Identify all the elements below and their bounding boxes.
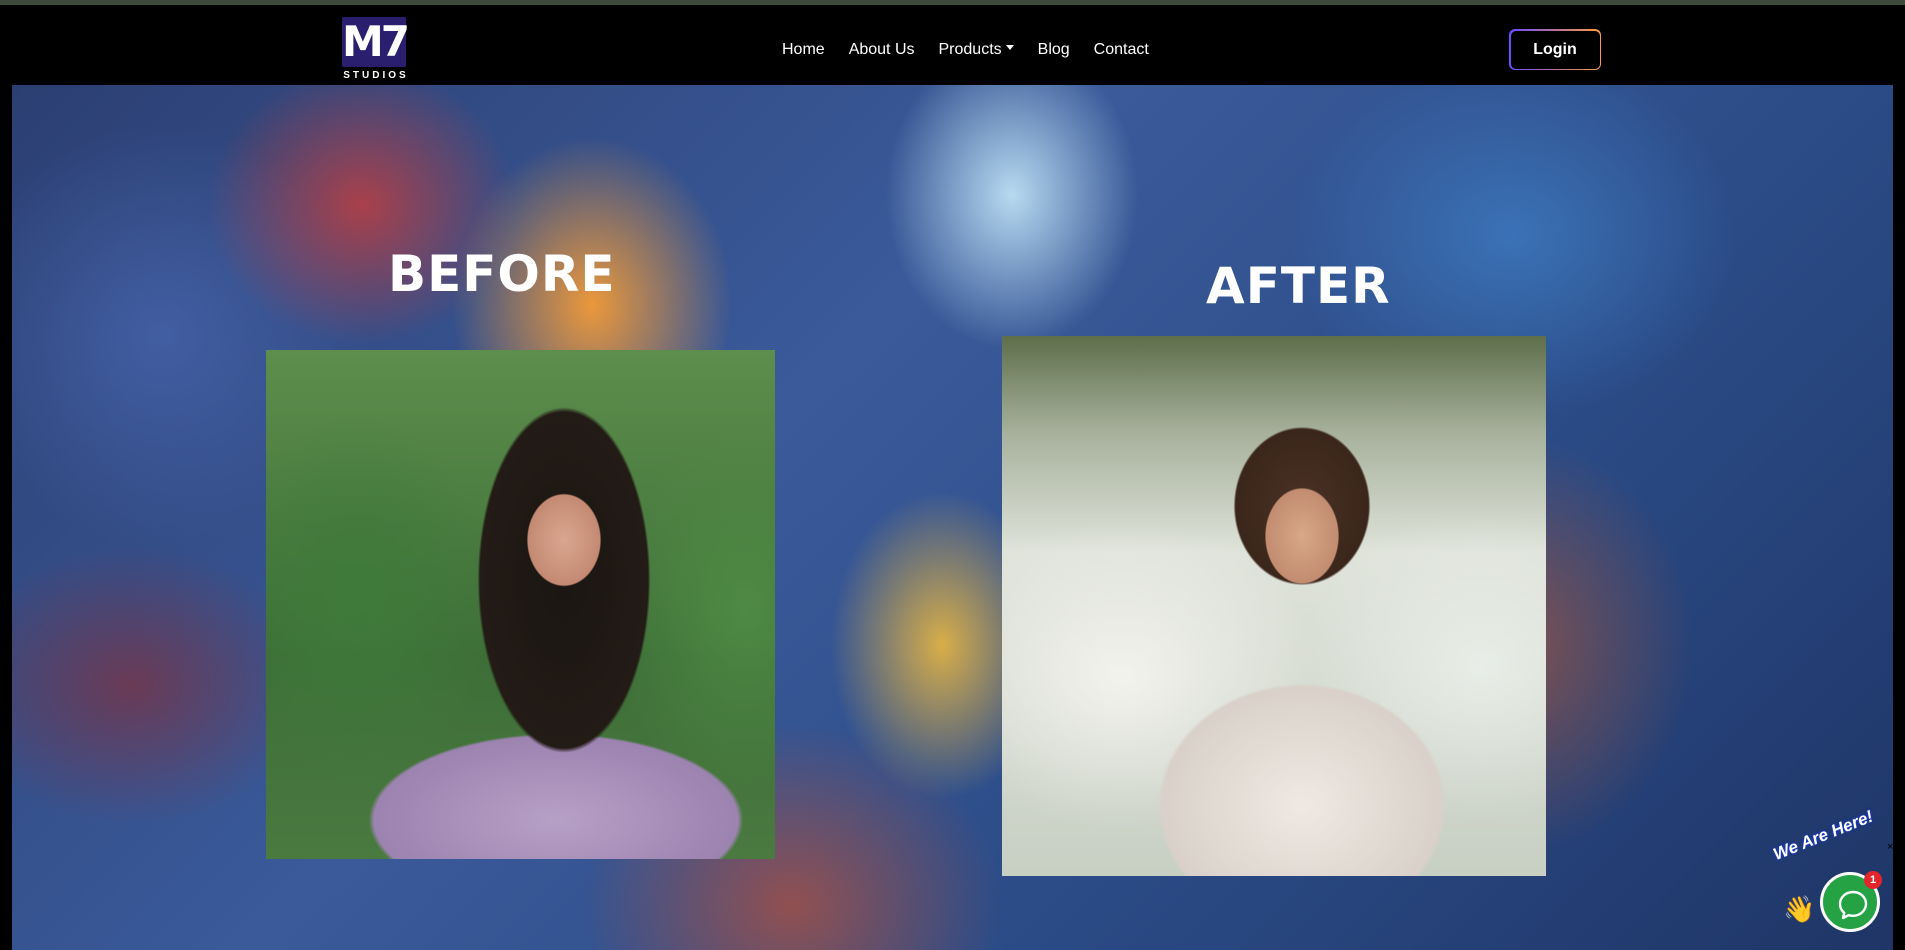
nav-item-about-us[interactable]: About Us (837, 35, 927, 65)
before-heading: BEFORE (388, 245, 616, 303)
nav-item-label: Products (938, 41, 1002, 58)
wave-hand-icon: 👋 (1783, 894, 1816, 924)
nav-item-contact[interactable]: Contact (1082, 35, 1161, 65)
nav-item-label: Blog (1037, 41, 1070, 58)
after-heading: AFTER (1206, 257, 1391, 315)
nav-item-label: Contact (1093, 41, 1149, 58)
close-icon[interactable]: × (1887, 842, 1897, 853)
nav-item-products[interactable]: Products (927, 35, 1026, 65)
chat-bubble-icon (1838, 890, 1868, 920)
logo-subtitle: STUDIOS (343, 70, 409, 81)
nav-item-blog[interactable]: Blog (1026, 35, 1082, 65)
caret-down-icon (1005, 45, 1014, 51)
logo-mark: M7 (342, 17, 410, 67)
navbar: M7 STUDIOS Home About Us Products Blog C… (0, 5, 1905, 85)
nav-item-label: About Us (848, 41, 915, 58)
nav-item-label: Home (782, 41, 825, 58)
nav-links: Home About Us Products Blog Contact (770, 35, 1161, 65)
after-photo (1002, 336, 1546, 876)
before-photo (266, 350, 775, 859)
login-button[interactable]: Login (1509, 29, 1601, 70)
login-button-label: Login (1510, 30, 1600, 69)
chat-widget: We Are Here! × 👋 1 (1771, 807, 1898, 950)
hero-section: BEFORE AFTER (12, 85, 1893, 950)
chat-notification-badge: 1 (1864, 871, 1882, 889)
nav-item-home[interactable]: Home (770, 35, 837, 65)
brand-logo[interactable]: M7 STUDIOS (340, 17, 412, 87)
logo-mark-text: M7 (342, 17, 410, 66)
